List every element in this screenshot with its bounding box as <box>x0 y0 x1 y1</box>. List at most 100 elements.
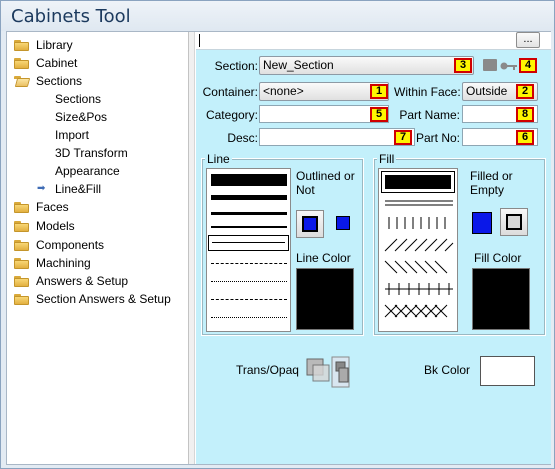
line-style-dashed[interactable] <box>211 263 287 264</box>
line-style-dash-dot-dot[interactable] <box>211 317 287 318</box>
folder-icon <box>14 39 30 51</box>
tree-item-components[interactable]: Components <box>14 236 104 254</box>
folder-icon <box>14 275 30 287</box>
tree-item-label: Section Answers & Setup <box>36 292 171 306</box>
bk-color-swatch[interactable] <box>480 356 535 386</box>
container-label: Container: <box>202 85 258 99</box>
line-style-hairline[interactable] <box>211 226 287 228</box>
tree-item-label: Library <box>36 38 73 52</box>
filled-label: Filled or Empty <box>470 169 513 197</box>
section-dropdown[interactable]: New_Section <box>259 56 474 75</box>
tree-item-appearance[interactable]: Appearance <box>55 162 120 180</box>
folder-icon <box>483 59 497 71</box>
fill-pattern-samples[interactable] <box>383 197 455 329</box>
content-area: Library Cabinet Sections Sections Size&P… <box>6 31 551 465</box>
folder-icon <box>14 293 30 305</box>
tree-item-label: Sections <box>36 74 83 88</box>
filled-swatch <box>506 214 522 230</box>
tree-item-label: Import <box>55 128 90 142</box>
badge-8: 8 <box>516 107 534 122</box>
line-color-label: Line Color <box>296 251 351 265</box>
splitter[interactable] <box>189 32 195 464</box>
tree-item-section-answers-setup[interactable]: Section Answers & Setup <box>14 290 171 308</box>
fill-group-title: Fill <box>377 152 397 166</box>
window-title: Cabinets Tool <box>11 6 131 27</box>
section-label: Section: <box>214 59 258 73</box>
title-bar: Cabinets Tool <box>1 1 554 31</box>
outline-color-swatch[interactable] <box>336 216 350 230</box>
line-group-title: Line <box>205 152 232 166</box>
desc-field[interactable] <box>259 128 415 146</box>
badge-5: 5 <box>370 107 388 122</box>
tree-item-answers-setup[interactable]: Answers & Setup <box>14 272 128 290</box>
tree-item-sections-sub[interactable]: Sections <box>55 90 101 108</box>
key-icon <box>500 60 518 70</box>
tree-item-label: Components <box>36 238 105 252</box>
tree-item-label: Answers & Setup <box>36 274 129 288</box>
fill-pattern-list[interactable] <box>378 168 458 332</box>
tree-item-label: Sections <box>55 92 102 106</box>
badge-2: 2 <box>516 84 534 99</box>
line-style-selected[interactable] <box>208 235 289 251</box>
folder-icon <box>14 201 30 213</box>
navigation-tree: Library Cabinet Sections Sections Size&P… <box>7 32 189 464</box>
tree-item-import[interactable]: Import <box>55 126 89 144</box>
outlined-swatch <box>302 216 318 232</box>
tree-item-3d-transform[interactable]: 3D Transform <box>55 144 128 162</box>
selected-arrow-icon: ➡ <box>37 183 46 194</box>
line-style-dotted[interactable] <box>211 281 287 282</box>
badge-4: 4 <box>519 58 537 73</box>
line-color-swatch[interactable] <box>296 268 354 330</box>
folder-icon <box>14 239 30 251</box>
fill-on-swatch[interactable] <box>472 212 492 234</box>
folder-icon <box>14 220 30 232</box>
path-input[interactable]: ... <box>196 32 551 50</box>
within-face-label: Within Face: <box>394 85 461 99</box>
fill-color-swatch[interactable] <box>472 268 530 330</box>
text-caret <box>199 34 200 47</box>
tree-item-machining[interactable]: Machining <box>14 254 91 272</box>
part-no-label: Part No: <box>415 131 460 145</box>
fill-pattern-selected[interactable] <box>381 171 455 193</box>
bk-color-label: Bk Color <box>424 363 471 377</box>
tree-item-label: 3D Transform <box>55 146 128 160</box>
trans-opaq-label: Trans/Opaq <box>236 363 299 377</box>
line-style-thin[interactable] <box>211 212 287 215</box>
tree-item-line-fill[interactable]: ➡ Line&Fill <box>37 180 101 198</box>
desc-label: Desc: <box>227 131 258 145</box>
filled-toggle[interactable] <box>500 208 528 236</box>
tree-item-sections[interactable]: Sections <box>14 72 82 90</box>
outlined-toggle[interactable] <box>296 210 324 238</box>
badge-3: 3 <box>454 58 472 73</box>
outlined-label: Outlined or Not <box>296 169 355 197</box>
line-fill-panel: ... Section: New_Section 3 4 Container: … <box>196 32 551 464</box>
tree-item-models[interactable]: Models <box>14 217 75 235</box>
folder-icon <box>14 57 30 69</box>
line-style-list[interactable] <box>206 168 291 332</box>
tree-item-label: Appearance <box>55 164 120 178</box>
browse-button[interactable]: ... <box>516 32 540 48</box>
part-name-label: Part Name: <box>399 108 460 122</box>
trans-opaq-icon <box>306 356 350 388</box>
tree-item-cabinet[interactable]: Cabinet <box>14 54 77 72</box>
tree-item-label: Faces <box>36 200 69 214</box>
line-style-dash-dot[interactable] <box>211 299 287 300</box>
line-style-thick[interactable] <box>211 174 287 186</box>
tree-item-label: Size&Pos <box>55 110 108 124</box>
tree-item-label: Line&Fill <box>55 182 102 196</box>
open-folder-icon <box>14 75 31 87</box>
tree-item-label: Cabinet <box>36 56 78 70</box>
tree-item-label: Machining <box>36 256 91 270</box>
trans-opaq-toggle[interactable] <box>306 356 350 388</box>
category-label: Category: <box>205 108 258 122</box>
tree-item-faces[interactable]: Faces <box>14 198 69 216</box>
fill-color-label: Fill Color <box>474 251 522 265</box>
cabinets-tool-window: Cabinets Tool Library Cabinet Sections S… <box>0 0 555 469</box>
folder-icon <box>14 257 30 269</box>
tree-item-label: Models <box>36 219 75 233</box>
line-style-medium[interactable] <box>211 195 287 200</box>
tree-item-size-pos[interactable]: Size&Pos <box>55 108 107 126</box>
tree-item-library[interactable]: Library <box>14 36 73 54</box>
badge-1: 1 <box>370 84 388 99</box>
badge-6: 6 <box>516 130 534 145</box>
